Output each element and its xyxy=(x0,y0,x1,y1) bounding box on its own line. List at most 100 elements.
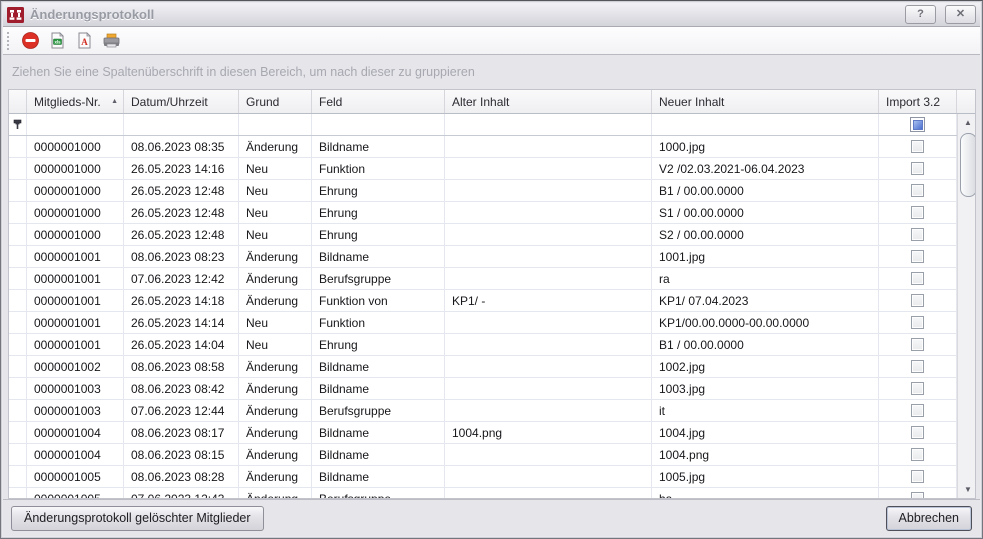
filter-input[interactable] xyxy=(27,114,123,135)
cell-datum-uhrzeit: 07.06.2023 12:43 xyxy=(124,488,239,498)
filter-input-cell[interactable] xyxy=(312,114,445,135)
close-button[interactable]: ✕ xyxy=(945,5,976,24)
import-checkbox[interactable] xyxy=(911,448,924,461)
cell-datum-uhrzeit: 07.06.2023 12:42 xyxy=(124,268,239,289)
pdf-export-icon[interactable]: A xyxy=(72,30,96,52)
cell-alter-inhalt xyxy=(445,378,652,399)
import-checkbox[interactable] xyxy=(911,206,924,219)
titlebar[interactable]: Änderungsprotokoll ? ✕ xyxy=(3,3,980,27)
cell-alter-inhalt xyxy=(445,334,652,355)
filter-input-cell[interactable] xyxy=(445,114,652,135)
help-button[interactable]: ? xyxy=(905,5,936,24)
vertical-scrollbar[interactable]: ▲ ▼ xyxy=(957,114,975,498)
filter-input-cell[interactable] xyxy=(239,114,312,135)
cell-feld: Bildname xyxy=(312,422,445,443)
cell-import-32 xyxy=(879,334,957,355)
table-row[interactable]: 000000100026.05.2023 12:48NeuEhrungS2 / … xyxy=(9,224,957,246)
cell-datum-uhrzeit: 08.06.2023 08:42 xyxy=(124,378,239,399)
scroll-down-icon[interactable]: ▼ xyxy=(958,481,975,498)
import-checkbox[interactable] xyxy=(911,382,924,395)
table-row[interactable]: 000000100307.06.2023 12:44ÄnderungBerufs… xyxy=(9,400,957,422)
group-by-panel[interactable]: Ziehen Sie eine Spaltenüberschrift in di… xyxy=(3,55,980,89)
import-checkbox[interactable] xyxy=(911,426,924,439)
table-row[interactable]: 000000100026.05.2023 12:48NeuEhrungB1 / … xyxy=(9,180,957,202)
column-header-alter-inhalt[interactable]: Alter Inhalt xyxy=(445,90,652,113)
excel-export-icon[interactable]: xls xyxy=(45,30,69,52)
import-checkbox[interactable] xyxy=(911,184,924,197)
cell-grund: Änderung xyxy=(239,422,312,443)
toolbar-grip-handle[interactable] xyxy=(6,31,11,51)
cell-neuer-inhalt: 1004.jpg xyxy=(652,422,879,443)
import-checkbox[interactable] xyxy=(911,162,924,175)
cell-mitglieds-nr: 0000001001 xyxy=(27,268,124,289)
cell-neuer-inhalt: V2 /02.03.2021-06.04.2023 xyxy=(652,158,879,179)
print-icon[interactable] xyxy=(99,30,123,52)
import-checkbox[interactable] xyxy=(911,140,924,153)
cell-neuer-inhalt: B1 / 00.00.0000 xyxy=(652,180,879,201)
table-row[interactable]: 000000100026.05.2023 14:16NeuFunktionV2 … xyxy=(9,158,957,180)
table-row[interactable]: 000000100026.05.2023 12:48NeuEhrungS1 / … xyxy=(9,202,957,224)
column-header-mitglieds-nr-[interactable]: Mitglieds-Nr.▲ xyxy=(27,90,124,113)
cell-neuer-inhalt: S2 / 00.00.0000 xyxy=(652,224,879,245)
table-row[interactable]: 000000100126.05.2023 14:04NeuEhrungB1 / … xyxy=(9,334,957,356)
column-header-datum-uhrzeit[interactable]: Datum/Uhrzeit xyxy=(124,90,239,113)
filter-input[interactable] xyxy=(652,114,878,135)
column-header-import-3-2[interactable]: Import 3.2 xyxy=(879,90,957,113)
table-row[interactable]: 000000100507.06.2023 12:43ÄnderungBerufs… xyxy=(9,488,957,498)
import-checkbox[interactable] xyxy=(911,404,924,417)
table-row[interactable]: 000000100208.06.2023 08:58ÄnderungBildna… xyxy=(9,356,957,378)
cell-grund: Änderung xyxy=(239,488,312,498)
filter-input[interactable] xyxy=(312,114,444,135)
import-checkbox[interactable] xyxy=(911,316,924,329)
cell-datum-uhrzeit: 08.06.2023 08:35 xyxy=(124,136,239,157)
filter-input-cell[interactable] xyxy=(27,114,124,135)
filter-input-cell[interactable] xyxy=(652,114,879,135)
filter-input-cell[interactable] xyxy=(124,114,239,135)
table-row[interactable]: 000000100107.06.2023 12:42ÄnderungBerufs… xyxy=(9,268,957,290)
cell-alter-inhalt xyxy=(445,400,652,421)
import-checkbox[interactable] xyxy=(911,272,924,285)
table-row[interactable]: 000000100008.06.2023 08:35ÄnderungBildna… xyxy=(9,136,957,158)
cell-neuer-inhalt: ha xyxy=(652,488,879,498)
changelog-grid: Mitglieds-Nr.▲Datum/UhrzeitGrundFeldAlte… xyxy=(8,89,976,499)
cancel-button[interactable]: Abbrechen xyxy=(886,506,972,531)
filter-import-checkbox-cell[interactable] xyxy=(879,114,957,135)
window-title: Änderungsprotokoll xyxy=(30,7,896,22)
filter-input[interactable] xyxy=(124,114,238,135)
import-checkbox[interactable] xyxy=(911,470,924,483)
filter-input[interactable] xyxy=(445,114,651,135)
cell-mitglieds-nr: 0000001001 xyxy=(27,290,124,311)
import-checkbox[interactable] xyxy=(911,360,924,373)
table-row[interactable]: 000000100126.05.2023 14:14NeuFunktionKP1… xyxy=(9,312,957,334)
table-row[interactable]: 000000100126.05.2023 14:18ÄnderungFunkti… xyxy=(9,290,957,312)
table-row[interactable]: 000000100308.06.2023 08:42ÄnderungBildna… xyxy=(9,378,957,400)
import-checkbox[interactable] xyxy=(911,338,924,351)
cell-neuer-inhalt: 1001.jpg xyxy=(652,246,879,267)
deleted-members-protocol-button[interactable]: Änderungsprotokoll gelöschter Mitglieder xyxy=(11,506,264,531)
cell-import-32 xyxy=(879,180,957,201)
table-row[interactable]: 000000100408.06.2023 08:15ÄnderungBildna… xyxy=(9,444,957,466)
sort-asc-icon: ▲ xyxy=(111,98,118,105)
import-checkbox[interactable] xyxy=(911,294,924,307)
import-checkbox[interactable] xyxy=(911,492,924,498)
import-checkbox[interactable] xyxy=(911,228,924,241)
table-row[interactable]: 000000100508.06.2023 08:28ÄnderungBildna… xyxy=(9,466,957,488)
table-row[interactable]: 000000100108.06.2023 08:23ÄnderungBildna… xyxy=(9,246,957,268)
column-header-feld[interactable]: Feld xyxy=(312,90,445,113)
cell-import-32 xyxy=(879,444,957,465)
cell-alter-inhalt xyxy=(445,312,652,333)
column-header-neuer-inhalt[interactable]: Neuer Inhalt xyxy=(652,90,879,113)
import-checkbox[interactable] xyxy=(911,250,924,263)
import-filter-checkbox[interactable] xyxy=(910,117,925,132)
cell-feld: Ehrung xyxy=(312,224,445,245)
svg-text:xls: xls xyxy=(54,39,61,44)
column-header-grund[interactable]: Grund xyxy=(239,90,312,113)
filter-input[interactable] xyxy=(239,114,311,135)
scroll-up-icon[interactable]: ▲ xyxy=(958,114,975,131)
cell-grund: Änderung xyxy=(239,444,312,465)
stop-icon[interactable] xyxy=(18,30,42,52)
cell-neuer-inhalt: KP1/00.00.0000-00.00.0000 xyxy=(652,312,879,333)
cell-neuer-inhalt: 1005.jpg xyxy=(652,466,879,487)
scrollbar-thumb[interactable] xyxy=(960,133,975,197)
table-row[interactable]: 000000100408.06.2023 08:17ÄnderungBildna… xyxy=(9,422,957,444)
